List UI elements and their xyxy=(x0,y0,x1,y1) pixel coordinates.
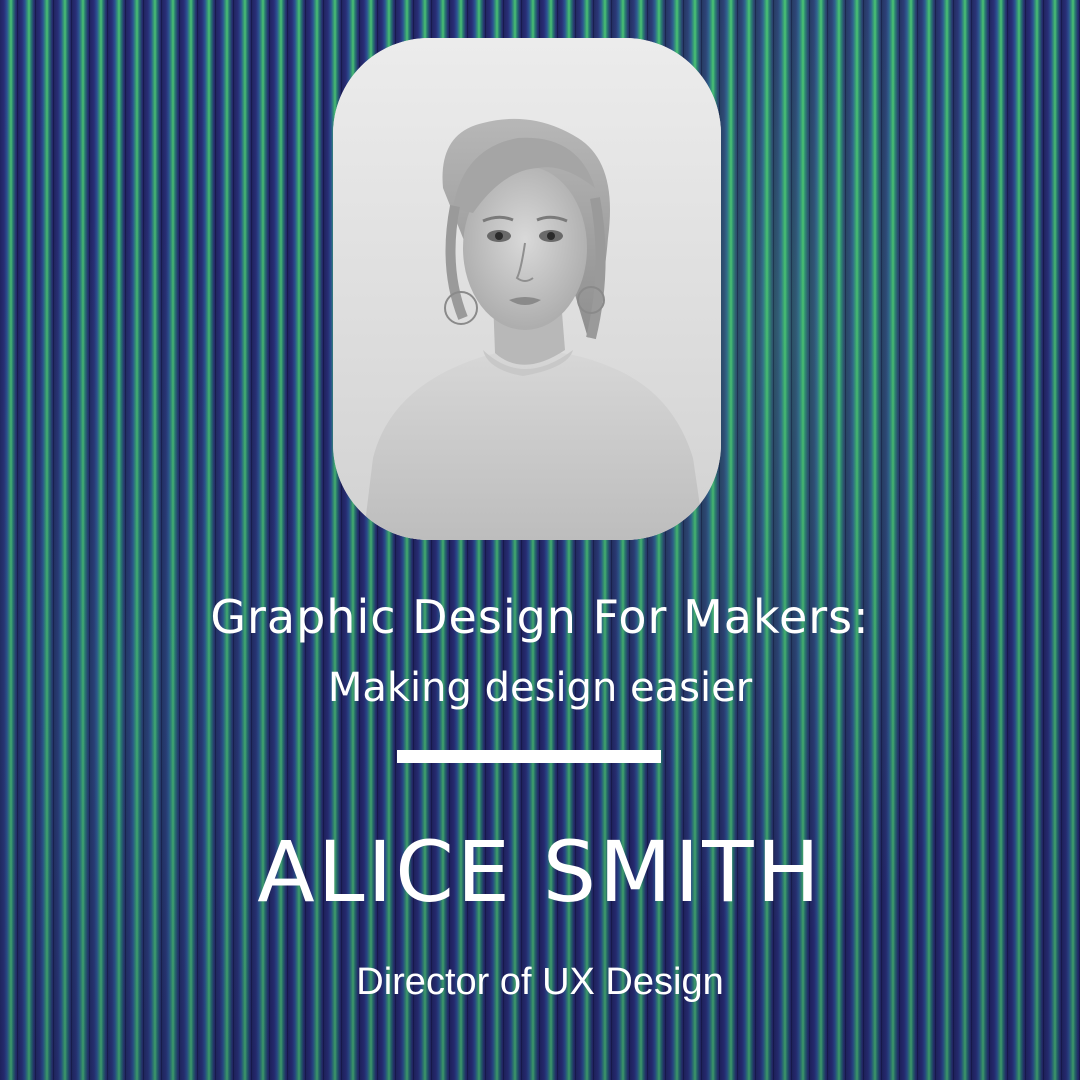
speaker-card: Graphic Design For Makers: Making design… xyxy=(0,0,1080,1080)
divider-line xyxy=(397,750,661,763)
event-title: Graphic Design For Makers: xyxy=(210,590,870,644)
event-subtitle: Making design easier xyxy=(327,665,753,711)
speaker-name: ALICE SMITH xyxy=(257,823,823,921)
speaker-role: Director of UX Design xyxy=(356,961,724,1003)
speaker-portrait-photo xyxy=(333,38,721,540)
